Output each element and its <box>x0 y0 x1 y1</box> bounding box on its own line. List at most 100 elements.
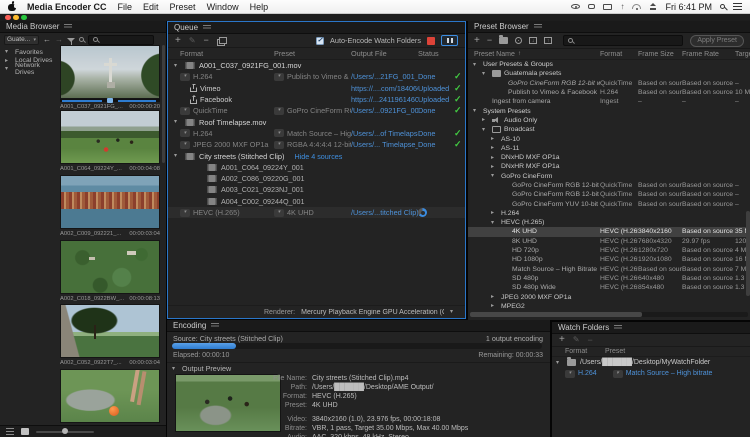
chevron-right-icon[interactable] <box>491 136 498 142</box>
add-source-button[interactable]: + <box>175 36 181 46</box>
eject-icon[interactable] <box>649 3 657 10</box>
preset-dropdown[interactable] <box>274 141 284 149</box>
scrollbar-thumb[interactable] <box>470 312 642 317</box>
clip-card[interactable] <box>60 369 160 423</box>
preset-group-user-presets[interactable]: User Presets & Groups <box>468 60 750 69</box>
panel-menu-icon[interactable] <box>614 325 622 330</box>
preset-folder-audio-only[interactable]: Audio Only <box>468 116 750 125</box>
status-eye-icon[interactable] <box>571 4 580 9</box>
edit-button[interactable]: ✎ <box>189 37 196 45</box>
thumbnail-size-slider[interactable] <box>36 431 94 433</box>
chevron-right-icon[interactable] <box>491 294 498 300</box>
chevron-right-icon[interactable] <box>491 155 498 161</box>
chevron-down-icon[interactable] <box>482 71 489 77</box>
chevron-down-icon[interactable] <box>174 153 181 159</box>
output-file-link[interactable]: /Users/...21FG_001_1.mp4 <box>351 72 418 81</box>
preset-folder-broadcast[interactable]: Broadcast <box>468 125 750 134</box>
minimize-window-button[interactable] <box>13 15 19 21</box>
col-preset-name[interactable]: Preset Name <box>474 51 515 58</box>
preset-row-ingest-from-camera[interactable]: Ingest from cameraIngest––– <box>468 97 750 106</box>
chevron-down-icon[interactable] <box>482 127 489 133</box>
preset-horizontal-scrollbar[interactable] <box>470 312 748 317</box>
clip-card[interactable]: A001_C037_0921FG_...00:00:00:20 <box>60 45 160 110</box>
menu-clock[interactable]: Fri 6:41 PM <box>665 2 712 12</box>
clip-scrubber[interactable] <box>60 99 160 102</box>
chevron-down-icon[interactable] <box>5 49 12 55</box>
back-arrow-icon[interactable]: ← <box>43 36 51 44</box>
preset-row-hd-1080p[interactable]: HD 1080pHEVC (H.265)1920x1080Based on so… <box>468 255 750 264</box>
chevron-right-icon[interactable] <box>5 58 12 64</box>
panel-menu-icon[interactable] <box>534 24 542 29</box>
queue-source-group[interactable]: A001_C037_0921FG_001.mov <box>168 60 465 71</box>
remove-button[interactable]: − <box>204 36 209 45</box>
queue-source-group[interactable]: Roof Timelapse.mov <box>168 116 465 127</box>
col-frame-rate[interactable]: Frame Rate <box>682 51 735 58</box>
queue-source-item[interactable]: A001_C064_09224Y_001 <box>168 162 465 173</box>
spotlight-search-icon[interactable] <box>720 4 725 9</box>
clip-card[interactable]: A002_C009_092221_...00:00:03:04 <box>60 175 160 237</box>
preset-dropdown[interactable] <box>274 129 284 137</box>
col-format[interactable]: Format <box>180 49 274 58</box>
queue-output-row[interactable]: QuickTime GoPro CineForm RGB 12... /User… <box>168 105 465 116</box>
menu-preset[interactable]: Preset <box>170 2 196 12</box>
format-dropdown[interactable] <box>180 141 190 149</box>
queue-source-group[interactable]: City streets (Stitched Clip)Hide 4 sourc… <box>168 150 465 161</box>
tab-preset-browser[interactable]: Preset Browser <box>474 22 529 31</box>
panel-menu-icon[interactable] <box>203 25 211 30</box>
preset-folder-h264[interactable]: H.264 <box>468 209 750 218</box>
chevron-down-icon[interactable] <box>174 63 181 69</box>
preset-row-gopro-rgb-alpha[interactable]: GoPro CineForm RGB 12-bit with alphaQuic… <box>468 181 750 190</box>
pause-queue-button[interactable] <box>441 35 458 46</box>
queue-source-item[interactable]: A003_C021_0923NJ_001 <box>168 184 465 195</box>
preset-folder-as10[interactable]: AS-10 <box>468 134 750 143</box>
preset-row-match-source[interactable]: Match Source – High BitrateHEVC (H.265)B… <box>468 265 750 274</box>
output-file-link[interactable]: /Users/...0921FG_001.mov <box>351 106 418 115</box>
upload-url-link[interactable]: https://....com/184066142 <box>351 84 418 93</box>
col-format[interactable]: Format <box>565 348 605 355</box>
output-file-link[interactable]: /Users/...titched Clip).mp4 <box>351 208 418 217</box>
chevron-right-icon[interactable] <box>482 117 489 123</box>
preset-row-alias[interactable]: GoPro CineForm RGB 12-bit with alpha (Al… <box>468 79 750 88</box>
preset-folder-as11[interactable]: AS-11 <box>468 144 750 153</box>
preset-group-system-presets[interactable]: System Presets <box>468 106 750 115</box>
clip-card[interactable]: A001_C064_09224Y_...00:00:04:08 <box>60 110 160 172</box>
slider-handle[interactable] <box>62 428 68 434</box>
chevron-right-icon[interactable] <box>491 210 498 216</box>
preset-dropdown[interactable] <box>274 107 284 115</box>
preset-folder-mpeg2[interactable]: MPEG2 <box>468 302 750 311</box>
col-frame-size[interactable]: Frame Size <box>638 51 682 58</box>
apple-menu-icon[interactable] <box>8 2 16 12</box>
auto-encode-checkbox[interactable] <box>316 37 324 45</box>
watch-folder-output-row[interactable]: H.264 Match Source – High bitrate <box>552 368 750 379</box>
chevron-right-icon[interactable] <box>491 303 498 309</box>
location-dropdown[interactable]: Guate...▾ <box>4 35 39 45</box>
col-output-file[interactable]: Output File <box>351 49 418 58</box>
preset-settings-button[interactable] <box>515 37 522 44</box>
window-titlebar[interactable] <box>0 14 750 21</box>
notification-center-icon[interactable] <box>733 3 742 10</box>
status-display-icon[interactable] <box>603 4 612 10</box>
queue-encoding-row[interactable]: HEVC (H.265) 4K UHD /Users/...titched Cl… <box>168 207 465 218</box>
col-preset[interactable]: Preset <box>605 348 750 355</box>
chevron-right-icon[interactable] <box>491 164 498 170</box>
preset-row-gopro-rgb-alpha2[interactable]: GoPro CineForm RGB 12-bit with alpha...Q… <box>468 190 750 199</box>
menu-edit[interactable]: Edit <box>143 2 159 12</box>
chevron-down-icon[interactable] <box>556 360 563 366</box>
media-scrollbar[interactable] <box>162 45 165 163</box>
remove-preset-button[interactable]: − <box>487 36 492 45</box>
tab-encoding[interactable]: Encoding <box>173 321 206 330</box>
apply-preset-button[interactable]: Apply Preset <box>690 35 744 47</box>
output-file-link[interactable]: /Users/...of Timelapse.mp4 <box>351 129 418 138</box>
menu-help[interactable]: Help <box>250 2 269 12</box>
duplicate-button[interactable] <box>217 37 226 45</box>
preset-row-gopro-yuv[interactable]: GoPro CineForm YUV 10-bitQuickTimeBased … <box>468 199 750 208</box>
preset-folder-jpeg2000[interactable]: JPEG 2000 MXF OP1a <box>468 292 750 301</box>
status-arrow-icon[interactable]: ↑ <box>620 3 624 11</box>
output-preview-section[interactable]: Output Preview <box>172 364 231 373</box>
col-target-rate[interactable]: Target Rate <box>735 51 750 58</box>
tab-media-browser[interactable]: Media Browser <box>6 22 59 31</box>
menu-file[interactable]: File <box>118 2 133 12</box>
queue-publish-row[interactable]: Facebook https://...24119614602283 Uploa… <box>168 94 465 105</box>
preset-row-publish-vimeo-facebook[interactable]: Publish to Vimeo & FacebookH.264Based on… <box>468 88 750 97</box>
preset-row-sd-480p[interactable]: SD 480pHEVC (H.265)640x480Based on sourc… <box>468 274 750 283</box>
